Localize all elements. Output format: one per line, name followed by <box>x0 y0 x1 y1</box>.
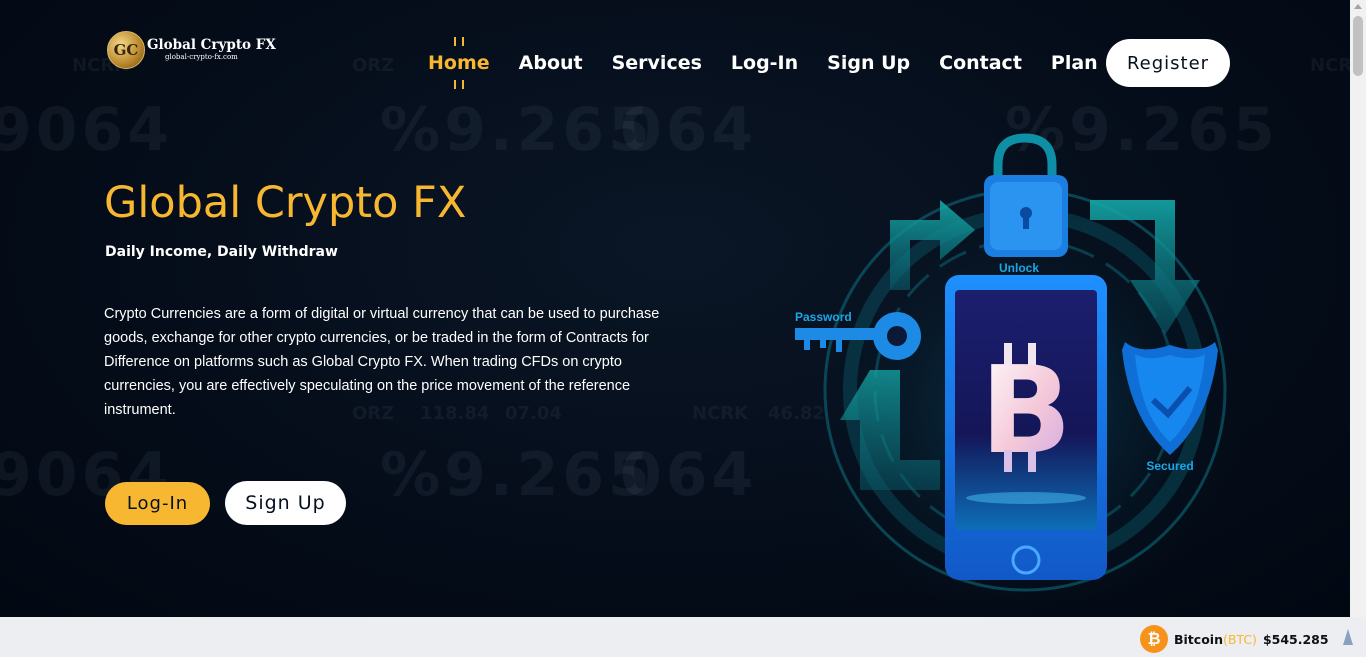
price-ticker: ₿ Bitcoin(BTC) $545.285 <box>0 617 1366 657</box>
hero-login-button[interactable]: Log-In <box>105 482 210 525</box>
hero-section: 9064 %9.265 064 %9.265 9064 %9.265 064 N… <box>0 0 1350 617</box>
logo-name: Global Crypto FX <box>147 36 276 53</box>
unlock-label: Unlock <box>999 261 1039 275</box>
scroll-thumb[interactable] <box>1353 16 1363 76</box>
main-nav: Home About Services Log-In Sign Up Conta… <box>428 39 1127 87</box>
logo-text: Global Crypto FX global-crypto-fx.com <box>147 36 276 62</box>
logo-coin-icon: GC <box>107 31 145 69</box>
bg-number: %9.265 <box>380 95 654 165</box>
bg-number: 064 <box>620 95 758 165</box>
nav-home[interactable]: Home <box>428 52 490 74</box>
bg-label: NCRK <box>692 403 749 424</box>
nav-about[interactable]: About <box>519 52 583 74</box>
bg-number: %9.265 <box>380 440 654 510</box>
nav-signup[interactable]: Sign Up <box>827 52 910 74</box>
ticker-symbol: (BTC) <box>1222 631 1257 647</box>
hero-title: Global Crypto FX <box>104 178 467 228</box>
hero-subtitle: Daily Income, Daily Withdraw <box>105 244 338 260</box>
scroll-up-arrow-icon[interactable] <box>1354 4 1362 9</box>
nav-plan[interactable]: Plan <box>1051 52 1098 74</box>
page-scrollbar[interactable] <box>1350 0 1366 617</box>
secured-label: Secured <box>1146 459 1193 473</box>
password-label: Password <box>795 310 852 324</box>
ticker-item-bitcoin: ₿ Bitcoin(BTC) $545.285 <box>1140 625 1329 653</box>
nav-login[interactable]: Log-In <box>731 52 798 74</box>
bitcoin-coin-icon: ₿ <box>1140 625 1168 653</box>
nav-contact[interactable]: Contact <box>939 52 1022 74</box>
ethereum-icon <box>1343 629 1353 645</box>
ticker-coin-name: Bitcoin(BTC) <box>1174 632 1257 647</box>
hero-description: Crypto Currencies are a form of digital … <box>104 306 660 418</box>
register-button[interactable]: Register <box>1106 39 1230 87</box>
nav-services[interactable]: Services <box>612 52 702 74</box>
bg-number: 9064 <box>0 95 173 165</box>
logo-url: global-crypto-fx.com <box>165 53 238 62</box>
hero-signup-button[interactable]: Sign Up <box>225 481 346 525</box>
ticker-name: Bitcoin <box>1174 631 1223 647</box>
padlock-icon <box>984 133 1068 257</box>
bg-label: NCRK <box>1310 55 1350 76</box>
crypto-security-illustration: Unlock Password Secured B <box>795 133 1250 600</box>
site-logo[interactable]: GC Global Crypto FX global-crypto-fx.com <box>107 31 276 69</box>
ticker-price: $545.285 <box>1262 631 1329 647</box>
bg-number: 064 <box>620 440 758 510</box>
bitcoin-icon: B <box>980 342 1071 481</box>
bg-label: ORZ <box>352 55 395 76</box>
